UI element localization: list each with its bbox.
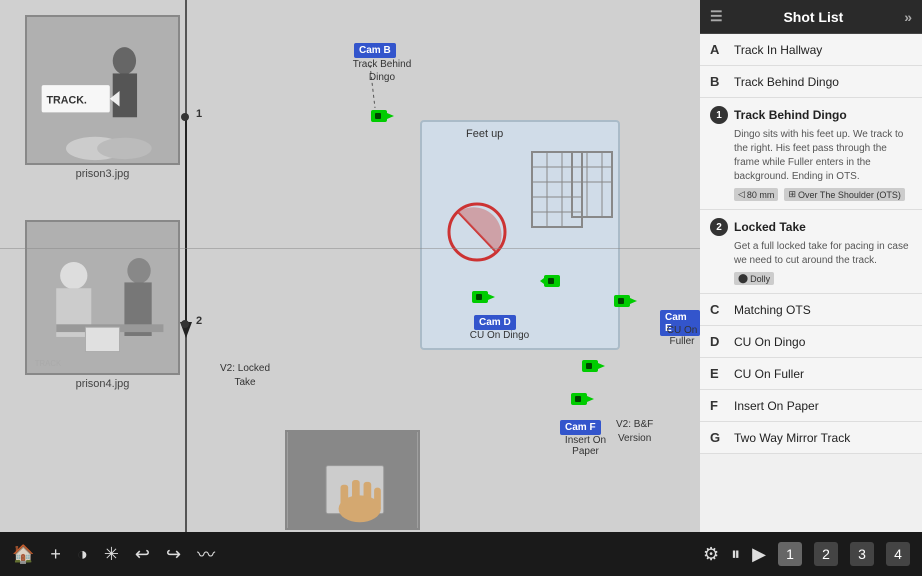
shot-item-e[interactable]: E CU On Fuller: [700, 358, 922, 390]
shot-item-a-title: Track In Hallway: [728, 43, 822, 57]
undo-icon[interactable]: ↩: [135, 544, 150, 565]
prison4-image[interactable]: TRACK: [25, 220, 180, 375]
prison7-image[interactable]: [285, 430, 420, 530]
shot-item-2-lens-badge: ⬤ Dolly: [734, 272, 774, 285]
shot-item-b-letter: B: [710, 74, 728, 89]
shot-item-d-title: CU On Dingo: [728, 335, 805, 349]
pause-icon[interactable]: ⏸: [731, 544, 740, 565]
shot-item-2-meta: ⬤ Dolly: [710, 272, 912, 285]
star-icon[interactable]: ✳: [104, 544, 119, 565]
shot-item-1-header: 1 Track Behind Dingo: [710, 106, 912, 124]
cam-d-sublabel: CU On Dingo: [462, 330, 537, 341]
cam-d-icon: [468, 286, 496, 308]
redo-icon[interactable]: ↪: [166, 544, 181, 565]
shot-item-a[interactable]: A Track In Hallway: [700, 34, 922, 66]
page-1-button[interactable]: 1: [778, 542, 802, 566]
shot-item-1-num: 1: [710, 106, 728, 124]
cam-d-label: Cam D: [474, 315, 516, 330]
shot-item-c[interactable]: C Matching OTS: [700, 294, 922, 326]
shot-item-e-title: CU On Fuller: [728, 367, 804, 381]
prison4-inner: TRACK: [27, 222, 178, 373]
page-3-button[interactable]: 3: [850, 542, 874, 566]
settings-icon[interactable]: ⚙: [703, 544, 719, 565]
shot-item-b-title: Track Behind Dingo: [728, 75, 839, 89]
shot-item-1[interactable]: 1 Track Behind Dingo Dingo sits with his…: [700, 98, 922, 210]
cam-e-sublabel: CU OnFuller: [652, 325, 700, 347]
shot-item-b[interactable]: B Track Behind Dingo: [700, 66, 922, 98]
prison3-image[interactable]: TRACK.: [25, 15, 180, 165]
shot-item-c-letter: C: [710, 302, 728, 317]
shot-number-1: 1: [196, 108, 202, 120]
shot-item-e-letter: E: [710, 366, 728, 381]
cam-f-sublabel: Insert OnPaper: [548, 435, 623, 457]
cam-extra-1-icon: [540, 270, 568, 292]
shot-item-d-letter: D: [710, 334, 728, 349]
prison3-inner: TRACK.: [27, 17, 178, 163]
shot-item-g-title: Two Way Mirror Track: [728, 431, 850, 445]
add-icon[interactable]: +: [50, 544, 61, 565]
shot-item-2-title: Locked Take: [728, 220, 806, 234]
svg-text:TRACK: TRACK: [35, 359, 62, 368]
page-4-button[interactable]: 4: [886, 542, 910, 566]
shot-item-2-num: 2: [710, 218, 728, 236]
scene-area: [420, 120, 620, 350]
track-horizontal-line: [0, 248, 700, 249]
shot-item-1-type-badge: ⊞ Over The Shoulder (OTS): [784, 188, 904, 201]
v2-bf-label: V2: B&FVersion: [616, 418, 653, 446]
shot-list-panel: ☰ Shot List » A Track In Hallway B Track…: [700, 0, 922, 532]
shot-item-g-letter: G: [710, 430, 728, 445]
prison7-inner: [287, 432, 418, 528]
cam-b-label: Cam B: [354, 43, 396, 58]
shot-list-content: A Track In Hallway B Track Behind Dingo …: [700, 34, 922, 532]
shot-list-title: Shot List: [783, 9, 843, 25]
menu-icon: ☰: [710, 8, 723, 25]
timeline-dot-2: [181, 320, 189, 328]
svg-text:TRACK.: TRACK.: [47, 95, 87, 107]
v2-locked-label: V2: LockedTake: [220, 362, 270, 390]
shot-item-d[interactable]: D CU On Dingo: [700, 326, 922, 358]
shot-item-g[interactable]: G Two Way Mirror Track: [700, 422, 922, 454]
shot-item-f-letter: F: [710, 398, 728, 413]
cam-e-icon: [610, 290, 638, 312]
page-2-button[interactable]: 2: [814, 542, 838, 566]
shot-item-1-lens-badge: ◁ 80 mm: [734, 188, 778, 201]
main-area: TRACK. prison3.jpg: [0, 0, 922, 532]
shot-item-2-desc: Get a full locked take for pacing in cas…: [710, 240, 912, 268]
shot-list-header: ☰ Shot List »: [700, 0, 922, 34]
wave-icon[interactable]: 〰: [197, 541, 215, 567]
shot-item-1-title: Track Behind Dingo: [728, 108, 847, 122]
shot-item-1-desc: Dingo sits with his feet up. We track to…: [710, 128, 912, 184]
shot-item-2[interactable]: 2 Locked Take Get a full locked take for…: [700, 210, 922, 294]
shot-item-a-letter: A: [710, 42, 728, 57]
shot-item-1-meta: ◁ 80 mm ⊞ Over The Shoulder (OTS): [710, 188, 912, 201]
cam-b-sublabel: Track BehindDingo: [342, 58, 422, 84]
cam-f-label: Cam F: [560, 420, 601, 435]
shot-item-f-title: Insert On Paper: [728, 399, 819, 413]
storyboard-panel: TRACK. prison3.jpg: [0, 0, 700, 532]
cam-extra-2-icon: [578, 355, 606, 377]
shot-number-2: 2: [196, 315, 202, 327]
toolbar-right: ⚙ ⏸ ▶ 1 2 3 4: [703, 542, 910, 566]
layers-icon[interactable]: ◑: [77, 544, 88, 565]
shot-item-f[interactable]: F Insert On Paper: [700, 390, 922, 422]
play-icon[interactable]: ▶: [752, 544, 766, 565]
cam-b-icon: [367, 105, 395, 127]
feet-up-label: Feet up: [466, 128, 503, 140]
chevron-right-icon: »: [904, 9, 912, 25]
cam-f-icon: [567, 388, 595, 410]
home-icon[interactable]: 🏠: [12, 544, 34, 565]
bottom-toolbar: 🏠 + ◑ ✳ ↩ ↪ 〰 ⚙ ⏸ ▶ 1 2 3 4: [0, 532, 922, 576]
shot-item-2-header: 2 Locked Take: [710, 218, 912, 236]
prison4-label: prison4.jpg: [25, 378, 180, 390]
timeline-dot-1: [181, 113, 189, 121]
prison3-label: prison3.jpg: [25, 168, 180, 180]
shot-item-c-title: Matching OTS: [728, 303, 811, 317]
